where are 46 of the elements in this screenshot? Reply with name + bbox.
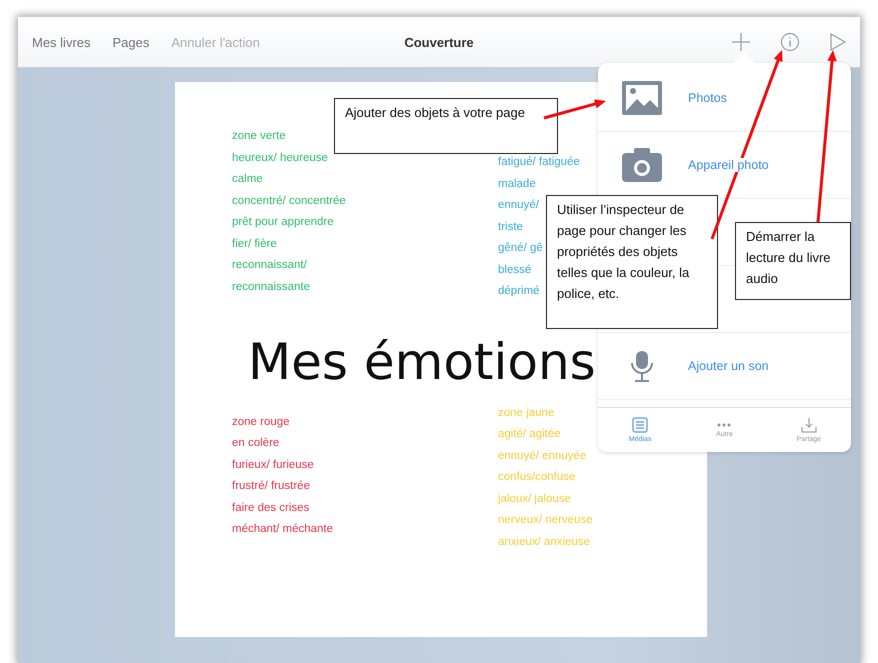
annotation-arrow — [544, 99, 606, 120]
play-icon[interactable] — [830, 33, 846, 51]
image-icon — [622, 81, 662, 115]
emotion-label: anxieux/ anxieuse — [498, 534, 590, 550]
emotion-label: zone jaune — [498, 406, 554, 420]
emotion-label: confus/confuse — [498, 470, 576, 485]
emotion-label: nerveux/ nerveuse — [498, 513, 593, 528]
toolbar-link[interactable]: Pages — [112, 34, 150, 50]
camera-icon — [622, 148, 662, 182]
emotion-label: prêt pour apprendre — [232, 215, 334, 230]
emotion-label: déprimé — [498, 284, 540, 299]
page-title: Mes émotions — [248, 332, 596, 390]
book-title: Couverture — [404, 34, 474, 50]
emotion-label: en colère — [232, 436, 280, 451]
emotion-label: fier/ fière — [232, 236, 277, 252]
download-icon — [800, 417, 817, 433]
emotion-label: heureux/ heureuse — [232, 150, 328, 166]
list-icon — [632, 417, 648, 433]
info-icon[interactable] — [780, 32, 800, 52]
emotion-label: reconnaissant/ — [232, 258, 307, 273]
emotion-label: triste — [498, 220, 523, 234]
emotion-label: fatigué/ fatiguée — [498, 155, 580, 170]
more-icon — [716, 422, 732, 428]
emotion-label: zone verte — [232, 129, 286, 144]
media-option[interactable]: Ajouter un son — [598, 333, 851, 400]
emotion-label: furieux/ furieuse — [232, 458, 314, 472]
toolbar-link[interactable]: Mes livres — [32, 34, 91, 50]
emotion-label: ennuyé/ — [498, 198, 539, 213]
emotion-label: agité/ agitée — [498, 427, 561, 442]
emotion-label: blessé — [498, 262, 532, 278]
emotion-label: jaloux/ jalouse — [498, 492, 571, 506]
emotion-label: malade — [498, 176, 536, 192]
emotion-label: ennuyé/ ennuyée — [498, 448, 586, 464]
annotation-callout: Ajouter des objets à votre page — [334, 98, 558, 154]
plus-icon[interactable] — [732, 33, 750, 51]
emotion-label: concentré/ concentrée — [232, 194, 346, 208]
emotion-label: calme — [232, 172, 263, 187]
media-option[interactable]: Photos — [598, 65, 851, 132]
emotion-label: reconnaissante — [232, 280, 310, 294]
emotion-label: méchant/ méchante — [232, 522, 334, 537]
annotation-callout: Démarrer la lecture du livre audio — [735, 222, 851, 300]
annotation-callout: Utiliser l’inspecteur de page pour changer les propriétés des objets telles que la couleur, la police, etc. — [546, 195, 718, 329]
emotion-label: zone rouge — [232, 414, 290, 430]
emotion-label: gêné/ gê — [498, 241, 543, 256]
emotion-label: frustré/ frustrée — [232, 479, 310, 494]
emotion-label: faire des crises — [232, 500, 310, 516]
